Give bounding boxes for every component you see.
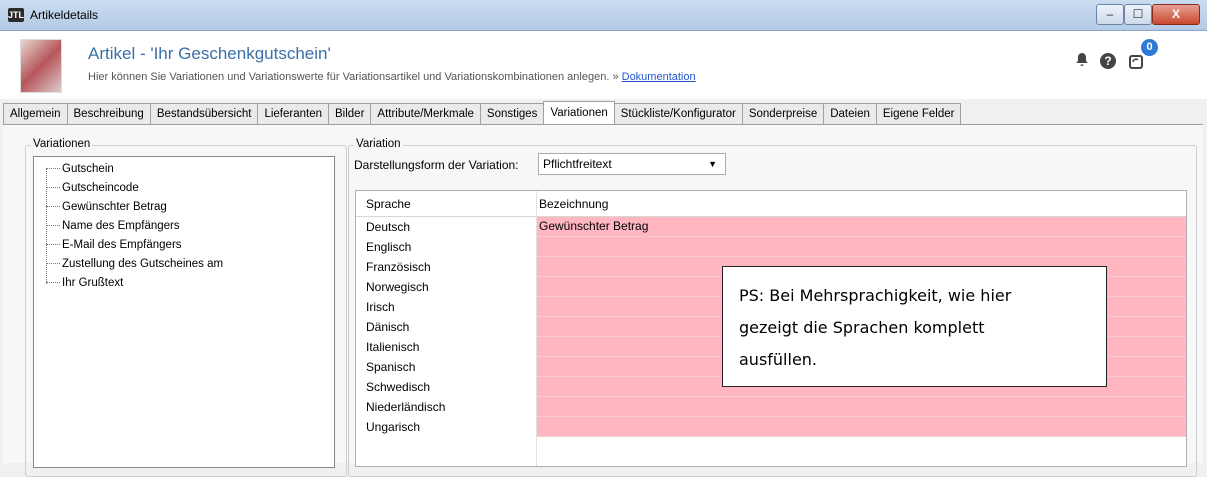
tree-item-label: E-Mail des Empfängers [62, 239, 182, 251]
notification-badge: 0 [1141, 39, 1158, 56]
maximize-button[interactable]: ☐ [1124, 4, 1152, 25]
annotation-note: PS: Bei Mehrsprachigkeit, wie hier gezei… [722, 266, 1107, 387]
column-header-bezeichnung[interactable]: Bezeichnung [539, 197, 608, 211]
tab-beschreibung[interactable]: Beschreibung [66, 103, 151, 124]
tab-eigene-felder[interactable]: Eigene Felder [875, 103, 962, 124]
note-line: PS: Bei Mehrsprachigkeit, wie hier [739, 286, 1012, 305]
table-row[interactable]: Ungarisch [356, 417, 1186, 437]
language-cell: Spanisch [366, 360, 416, 374]
tab-dateien[interactable]: Dateien [823, 103, 877, 124]
bell-icon[interactable] [1073, 52, 1091, 70]
language-cell: Irisch [366, 300, 395, 314]
name-cell[interactable] [537, 397, 1186, 417]
close-button[interactable]: X [1152, 4, 1200, 25]
subtitle-text: Hier können Sie Variationen und Variatio… [88, 71, 622, 83]
note-line: gezeigt die Sprachen komplett [739, 318, 985, 337]
tree-item-label: Gewünschter Betrag [62, 201, 167, 213]
tab-attribute-merkmale[interactable]: Attribute/Merkmale [370, 103, 481, 124]
tab-allgemein[interactable]: Allgemein [3, 103, 68, 124]
window-title: Artikeldetails [30, 8, 99, 22]
display-form-select[interactable]: Pflichtfreitext ▼ [538, 153, 726, 175]
language-cell: Niederländisch [366, 400, 446, 414]
tree-item-gutscheincode[interactable]: Gutscheincode [46, 182, 139, 194]
name-cell[interactable]: Gewünschter Betrag [537, 217, 1186, 237]
tab-bar: Allgemein Beschreibung Bestandsübersicht… [3, 101, 962, 125]
tab-stueckliste-konfigurator[interactable]: Stückliste/Konfigurator [613, 103, 743, 124]
tree-item-label: Name des Empfängers [62, 220, 180, 232]
product-image [20, 39, 62, 93]
language-cell: Schwedisch [366, 380, 431, 394]
tree-item-email-empfaenger[interactable]: E-Mail des Empfängers [46, 239, 182, 251]
page-title: Artikel - 'Ihr Geschenkgutschein' [88, 44, 331, 63]
tab-bestandsuebersicht[interactable]: Bestandsübersicht [149, 103, 259, 124]
sync-icon[interactable] [1128, 52, 1146, 70]
tree-item-label: Ihr Grußtext [62, 277, 124, 289]
page-subtitle: Hier können Sie Variationen und Variatio… [88, 71, 696, 83]
table-row[interactable]: Englisch [356, 237, 1186, 257]
article-header: Artikel - 'Ihr Geschenkgutschein' Hier k… [0, 31, 1207, 99]
chevron-down-icon: ▼ [708, 159, 717, 169]
name-cell-text: Gewünschter Betrag [539, 219, 649, 233]
column-header-sprache[interactable]: Sprache [366, 197, 411, 211]
tab-sonstiges[interactable]: Sonstiges [479, 103, 545, 124]
tree-item-grusstext[interactable]: Ihr Grußtext [46, 277, 123, 289]
tree-item-name-empfaenger[interactable]: Name des Empfängers [46, 220, 180, 232]
display-form-label: Darstellungsform der Variation: [354, 158, 519, 172]
tree-item-zustellung[interactable]: Zustellung des Gutscheines am [46, 258, 223, 270]
app-logo-icon: JTL [8, 8, 25, 22]
language-cell: Dänisch [366, 320, 410, 334]
language-cell: Norwegisch [366, 280, 429, 294]
language-cell: Ungarisch [366, 420, 421, 434]
language-cell: Französisch [366, 260, 431, 274]
variations-tree[interactable]: Gutschein Gutscheincode Gewünschter Betr… [33, 156, 335, 468]
minimize-button[interactable]: – [1096, 4, 1124, 25]
name-cell[interactable] [537, 237, 1186, 257]
documentation-link[interactable]: Dokumentation [622, 71, 696, 83]
name-cell[interactable] [537, 417, 1186, 437]
variation-group-label: Variation [354, 138, 403, 150]
tree-item-label: Zustellung des Gutscheines am [62, 258, 224, 270]
grid-header: Sprache Bezeichnung [356, 191, 1186, 217]
tab-sonderpreise[interactable]: Sonderpreise [741, 103, 825, 124]
display-form-value: Pflichtfreitext [543, 157, 612, 171]
note-line: ausfüllen. [739, 350, 818, 369]
table-row[interactable]: Deutsch Gewünschter Betrag [356, 217, 1186, 237]
tree-item-label: Gutscheincode [62, 182, 139, 194]
language-cell: Italienisch [366, 340, 420, 354]
tab-lieferanten[interactable]: Lieferanten [257, 103, 329, 124]
table-row[interactable]: Niederländisch [356, 397, 1186, 417]
variations-group-label: Variationen [31, 138, 93, 150]
tab-variationen[interactable]: Variationen [543, 101, 615, 124]
title-bar: JTL Artikeldetails – ☐ X [0, 0, 1207, 31]
tree-item-gewuenschter-betrag[interactable]: Gewünschter Betrag [46, 201, 167, 213]
tab-bilder[interactable]: Bilder [328, 103, 372, 124]
help-icon[interactable]: ? [1100, 53, 1116, 69]
tree-item-label: Gutschein [62, 163, 114, 175]
language-cell: Deutsch [366, 220, 411, 234]
language-cell: Englisch [366, 240, 412, 254]
tree-item-gutschein[interactable]: Gutschein [46, 163, 114, 175]
